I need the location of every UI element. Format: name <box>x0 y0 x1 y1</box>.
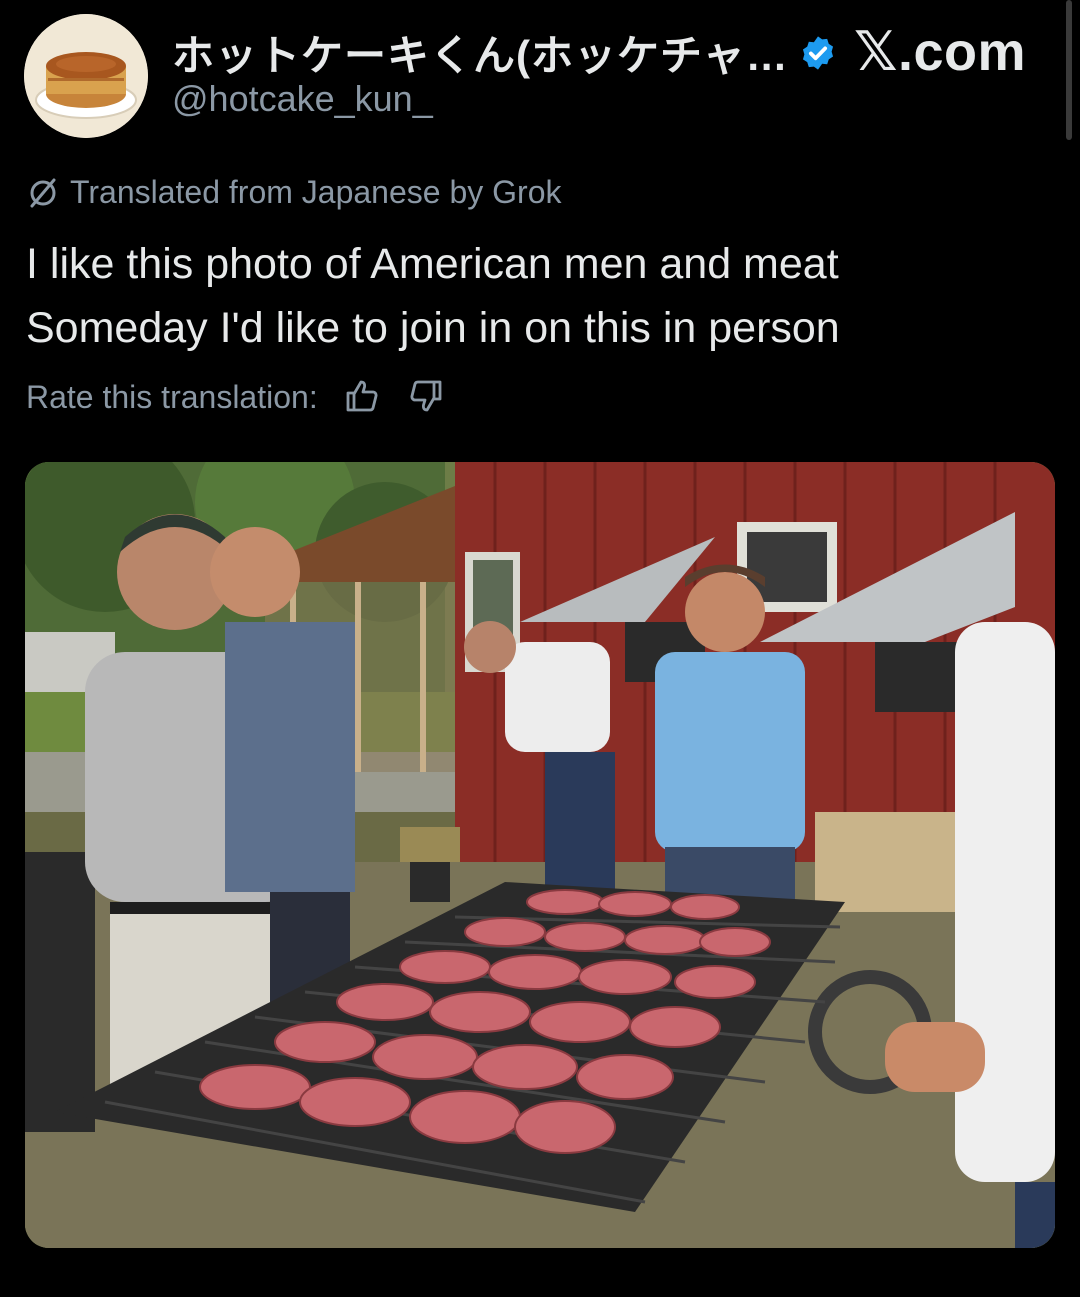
verified-badge-icon <box>802 35 833 70</box>
thumbs-up-icon <box>346 380 378 412</box>
scrollbar[interactable] <box>1066 0 1072 140</box>
site-label: 𝕏.com <box>853 22 1026 82</box>
handle[interactable]: @hotcake_kun_ <box>172 78 433 120</box>
display-name[interactable]: ホットケーキくん(ホッケチャ… <box>172 22 789 83</box>
post-header: ホットケーキくん(ホッケチャ… @hotcake_kun_ 𝕏.com <box>0 0 1080 150</box>
pancake-avatar-image <box>24 14 148 138</box>
translation-note-text: Translated from Japanese by Grok <box>70 174 562 210</box>
rate-translation: Rate this translation: <box>26 376 446 419</box>
name-row: ホットケーキくん(ホッケチャ… <box>172 22 837 83</box>
thumbs-up-button[interactable] <box>342 376 382 419</box>
barbecue-photo <box>25 462 1055 1248</box>
translation-note: Translated from Japanese by Grok <box>26 174 561 211</box>
no-translation-icon <box>30 178 56 207</box>
avatar[interactable] <box>24 14 148 138</box>
thumbs-down-button[interactable] <box>406 376 446 419</box>
thumbs-down-icon <box>410 380 442 412</box>
post-text: I like this photo of American men and me… <box>26 240 840 352</box>
rate-label: Rate this translation: <box>26 379 318 415</box>
post-photo[interactable] <box>25 462 1055 1248</box>
